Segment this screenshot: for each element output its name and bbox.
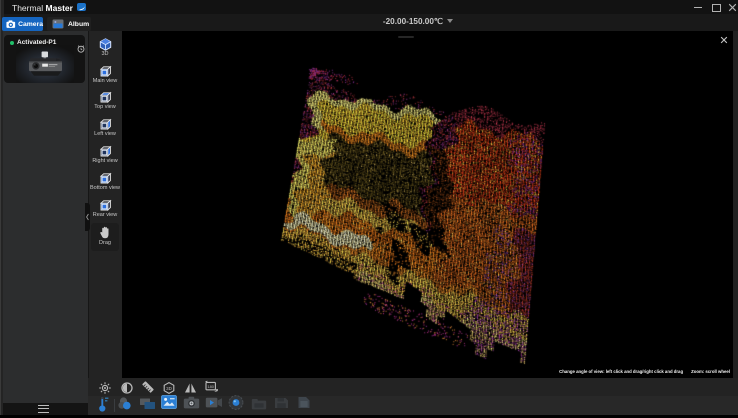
svg-text:180: 180 xyxy=(207,384,214,389)
svg-text:3D: 3D xyxy=(166,386,173,391)
